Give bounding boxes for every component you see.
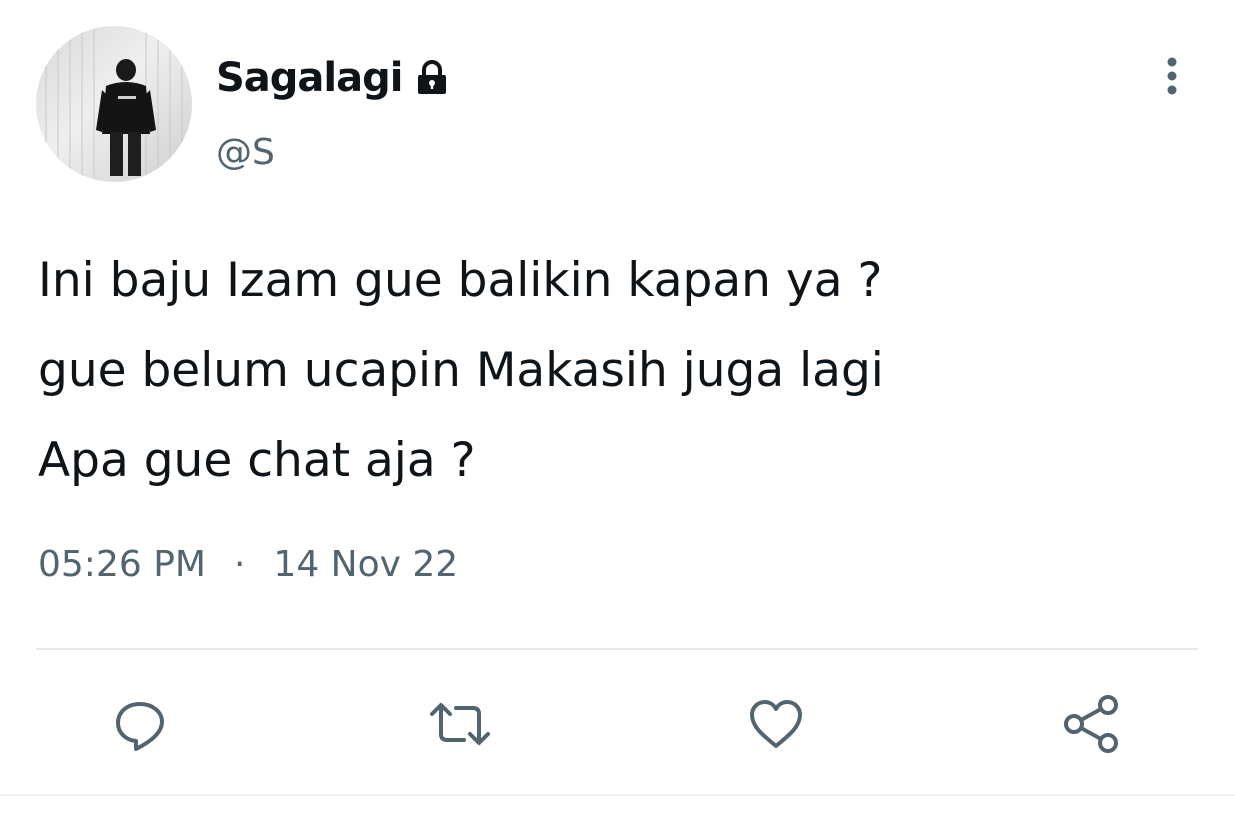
more-vertical-icon — [1167, 57, 1177, 95]
reply-icon — [116, 702, 164, 751]
share-icon — [1064, 695, 1118, 753]
divider — [36, 648, 1198, 650]
share-button[interactable] — [1060, 692, 1124, 756]
like-icon — [750, 700, 802, 748]
tweet-meta: 05:26 PM · 14 Nov 22 — [38, 544, 458, 585]
tweet-time[interactable]: 05:26 PM — [38, 544, 206, 585]
user-handle: @S — [216, 132, 275, 173]
like-button[interactable] — [744, 692, 808, 756]
meta-separator: · — [233, 544, 246, 585]
retweet-icon — [430, 703, 490, 745]
reply-button[interactable] — [108, 692, 172, 756]
lock-icon — [412, 58, 452, 98]
tweet-text-line: gue belum ucapin Makasih juga lagi — [38, 343, 884, 398]
retweet-button[interactable] — [428, 692, 492, 756]
bottom-border — [0, 794, 1235, 796]
tweet-text-line: Ini baju Izam gue balikin kapan ya ? — [38, 253, 883, 308]
tweet-date[interactable]: 14 Nov 22 — [273, 544, 458, 585]
tweet-text-line: Apa gue chat aja ? — [38, 433, 476, 488]
display-name[interactable]: Sagalagi — [216, 55, 403, 101]
tweet-text: Ini baju Izam gue balikin kapan ya ? gue… — [38, 236, 1198, 506]
more-options-button[interactable] — [1150, 52, 1194, 100]
tweet-card: Sagalagi @S Ini baju Izam gue balikin ka… — [0, 0, 1235, 813]
avatar[interactable] — [36, 26, 192, 182]
display-name-row: Sagalagi — [216, 52, 452, 104]
